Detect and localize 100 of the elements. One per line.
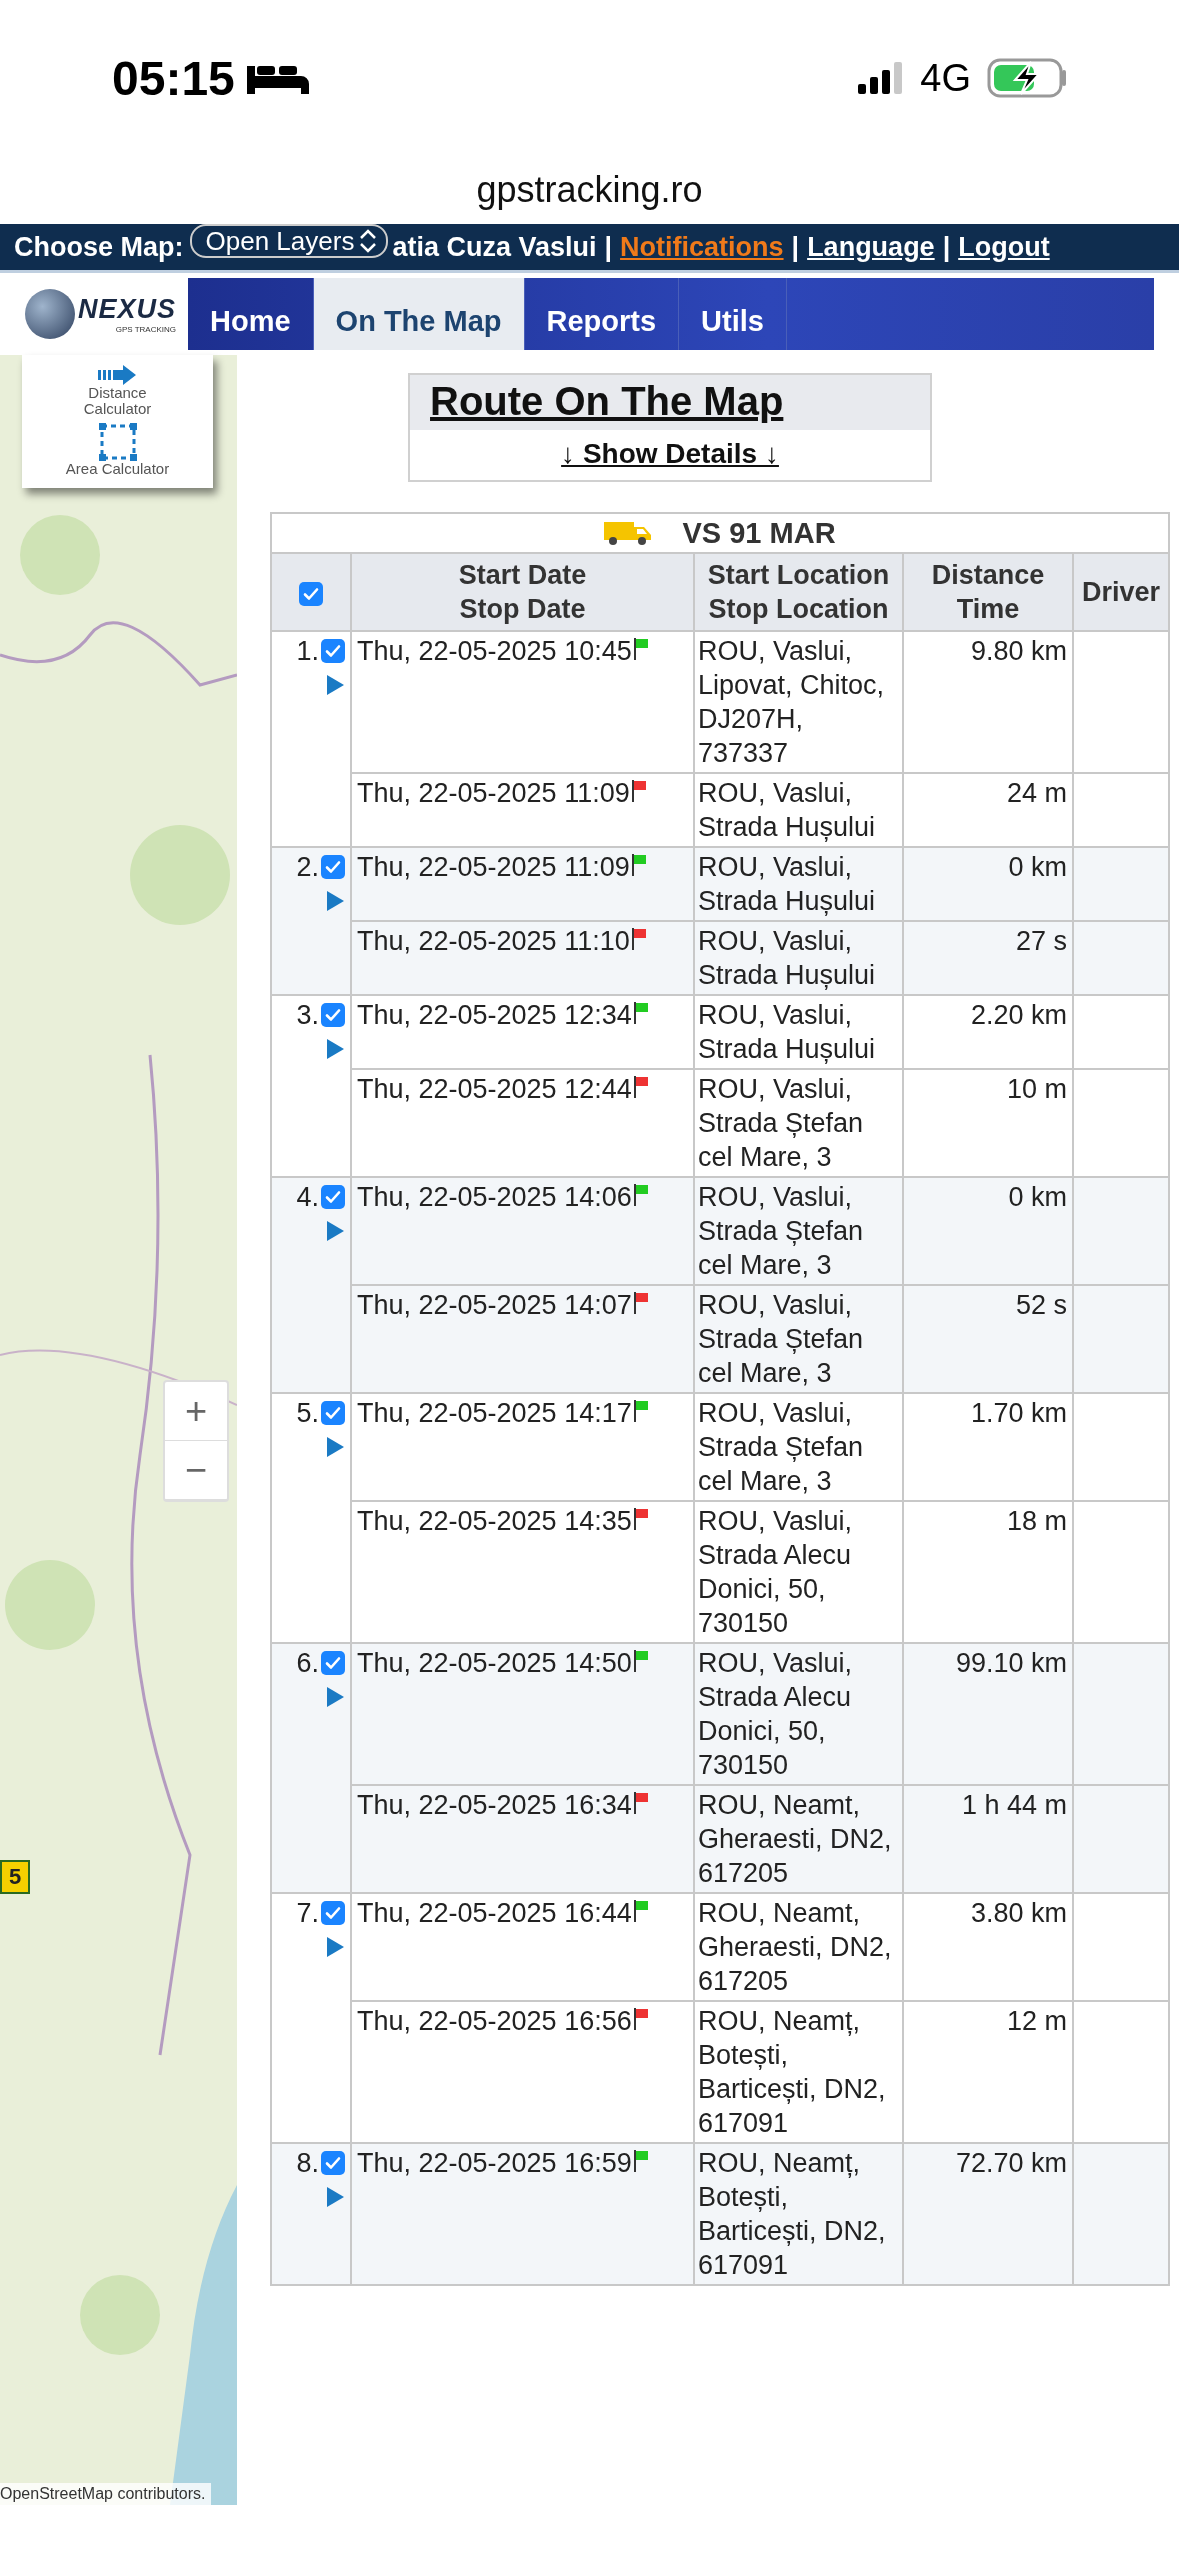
- map-tool-button[interactable]: Area Calculator: [62, 422, 173, 477]
- duration-text: 10 m: [1006, 1074, 1067, 1104]
- play-icon[interactable]: [325, 1436, 345, 1458]
- date-text: Thu, 22-05-2025 16:59: [357, 2147, 632, 2180]
- checkbox[interactable]: [299, 581, 323, 606]
- trip-number: 8.: [296, 2147, 319, 2180]
- location-text: ROU, Neamt, Gheraesti, DN2, 617205: [698, 1897, 893, 1998]
- location-text: ROU, Neamt, Gheraesti, DN2, 617205: [698, 1789, 893, 1890]
- play-icon[interactable]: [325, 2186, 345, 2208]
- location-text: ROU, Vaslui, Strada Hușului: [698, 777, 877, 844]
- chevron-updown-icon: [358, 228, 379, 254]
- start-flag-icon: [631, 854, 646, 876]
- separator: |: [942, 231, 951, 263]
- date-text: Thu, 22-05-2025 11:09: [357, 851, 630, 884]
- checkbox[interactable]: [321, 2151, 345, 2175]
- stop-flag-icon: [631, 928, 646, 950]
- location-text: ROU, Vaslui, Lipovat, Chitoc, DJ207H, 737337: [698, 635, 886, 770]
- duration-text: 52 s: [1015, 1290, 1067, 1320]
- duration-text: 1 h 44 m: [961, 1790, 1067, 1820]
- distance-text: 3.80 km: [970, 1898, 1067, 1928]
- nav-link[interactable]: Logout: [958, 231, 1050, 263]
- distance-text: 0 km: [1008, 1182, 1067, 1212]
- nav-tab[interactable]: Reports: [524, 278, 680, 350]
- column-header: Start Date Stop Date: [351, 553, 694, 631]
- signal-icon: [858, 62, 905, 94]
- account-name: atia Cuza Vaslui: [392, 231, 597, 263]
- date-text: Thu, 22-05-2025 12:34: [357, 999, 632, 1032]
- start-flag-icon: [633, 638, 648, 660]
- date-text: Thu, 22-05-2025 10:45: [357, 635, 632, 668]
- location-text: ROU, Vaslui, Strada Ștefan cel Mare, 3: [698, 1073, 865, 1174]
- choose-map-label: Choose Map:: [14, 231, 184, 263]
- date-text: Thu, 22-05-2025 14:50: [357, 1647, 632, 1680]
- nav-tab[interactable]: On The Map: [313, 278, 525, 350]
- map-select[interactable]: Open Layers: [189, 224, 389, 258]
- start-flag-icon: [633, 1900, 648, 1922]
- location-text: ROU, Vaslui, Strada Hușului: [698, 851, 877, 918]
- location-text: ROU, Vaslui, Strada Alecu Donici, 50, 730150: [698, 1505, 854, 1640]
- clock-time: 05:15: [112, 50, 235, 106]
- start-flag-icon: [633, 1400, 648, 1422]
- stop-flag-icon: [633, 1792, 648, 1814]
- nav-tab[interactable]: Home: [188, 278, 314, 350]
- distance-text: 1.70 km: [970, 1398, 1067, 1428]
- stop-flag-icon: [633, 1292, 648, 1314]
- date-text: Thu, 22-05-2025 16:56: [357, 2005, 632, 2038]
- checkbox[interactable]: [321, 1003, 345, 1027]
- distance-text: 0 km: [1008, 852, 1067, 882]
- location-text: ROU, Vaslui, Strada Hușului: [698, 925, 877, 992]
- location-text: ROU, Vaslui, Strada Hușului: [698, 999, 877, 1066]
- date-text: Thu, 22-05-2025 14:17: [357, 1397, 632, 1430]
- distance-text: 2.20 km: [970, 1000, 1067, 1030]
- route-title: Route On The Map: [410, 375, 931, 430]
- checkbox[interactable]: [321, 1901, 345, 1925]
- url-text: gpstracking.ro: [476, 169, 703, 211]
- trip-number: 1.: [296, 635, 319, 668]
- zoom-in-button[interactable]: +: [165, 1382, 227, 1441]
- nav-link[interactable]: Language: [807, 231, 935, 263]
- play-icon[interactable]: [325, 1686, 345, 1708]
- location-text: ROU, Vaslui, Strada Ștefan cel Mare, 3: [698, 1397, 865, 1498]
- zoom-out-button[interactable]: −: [165, 1441, 227, 1500]
- date-text: Thu, 22-05-2025 16:44: [357, 1897, 632, 1930]
- nav-link[interactable]: Notifications: [620, 231, 784, 263]
- checkbox[interactable]: [321, 1185, 345, 1209]
- date-text: Thu, 22-05-2025 11:10: [357, 925, 630, 958]
- date-text: Thu, 22-05-2025 12:44: [357, 1073, 632, 1106]
- play-icon[interactable]: [325, 890, 345, 912]
- play-icon[interactable]: [325, 674, 345, 696]
- separator: |: [791, 231, 800, 263]
- stop-flag-icon: [633, 1076, 648, 1098]
- duration-text: 12 m: [1006, 2006, 1067, 2036]
- location-text: ROU, Vaslui, Strada Alecu Donici, 50, 730150: [698, 1647, 854, 1782]
- play-icon[interactable]: [325, 1038, 345, 1060]
- checkbox[interactable]: [321, 855, 345, 879]
- date-text: Thu, 22-05-2025 14:35: [357, 1505, 632, 1538]
- trip-number: 3.: [296, 999, 319, 1032]
- location-text: ROU, Neamț, Botești, Barticești, DN2, 617091: [698, 2005, 887, 2140]
- date-text: Thu, 22-05-2025 14:07: [357, 1289, 632, 1322]
- date-text: Thu, 22-05-2025 14:06: [357, 1181, 632, 1214]
- trip-number: 2.: [296, 851, 319, 884]
- checkbox[interactable]: [321, 1651, 345, 1675]
- network-label: 4G: [920, 56, 971, 100]
- location-text: ROU, Vaslui, Strada Ștefan cel Mare, 3: [698, 1181, 865, 1282]
- trip-number: 5.: [296, 1397, 319, 1430]
- checkbox[interactable]: [321, 639, 345, 663]
- checkbox[interactable]: [321, 1401, 345, 1425]
- location-text: ROU, Vaslui, Strada Ștefan cel Mare, 3: [698, 1289, 865, 1390]
- map-tool-button[interactable]: Distance Calculator: [62, 365, 173, 417]
- play-icon[interactable]: [325, 1936, 345, 1958]
- start-flag-icon: [633, 2150, 648, 2172]
- play-icon[interactable]: [325, 1220, 345, 1242]
- distance-text: 9.80 km: [970, 636, 1067, 666]
- location-text: ROU, Neamț, Botești, Barticești, DN2, 617091: [698, 2147, 887, 2282]
- nexus-logo[interactable]: NEXUS GPS TRACKING: [25, 278, 188, 350]
- trip-number: 4.: [296, 1181, 319, 1214]
- nav-tab[interactable]: Utils: [679, 278, 787, 350]
- distance-text: 99.10 km: [955, 1648, 1067, 1678]
- vehicle-marker[interactable]: 5: [0, 1860, 30, 1894]
- stop-flag-icon: [633, 2008, 648, 2030]
- show-details-link[interactable]: ↓ Show Details ↓: [561, 438, 779, 470]
- duration-text: 27 s: [1015, 926, 1067, 956]
- column-header: Start Location Stop Location: [694, 553, 903, 631]
